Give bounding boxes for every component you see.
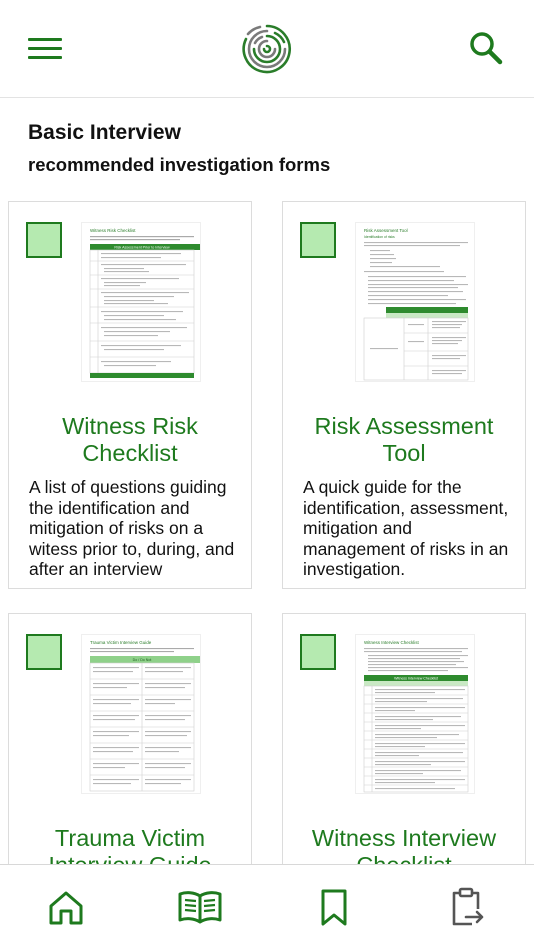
select-checkbox[interactable] bbox=[26, 222, 62, 258]
top-app-bar bbox=[0, 0, 534, 98]
card-description: A quick guide for the identification, as… bbox=[303, 477, 509, 579]
card-title: Witness Risk Checklist bbox=[62, 413, 198, 466]
document-thumbnail: Witness Interview Checklist Witness Inte… bbox=[355, 634, 475, 794]
form-card-risk-assessment-tool[interactable]: Risk Assessment Tool Identification of r… bbox=[282, 201, 526, 589]
open-book-icon[interactable] bbox=[178, 887, 222, 927]
document-thumbnail: Risk Assessment Tool Identification of r… bbox=[355, 222, 475, 382]
form-card-witness-interview-checklist[interactable]: Witness Interview Checklist Witness Inte… bbox=[282, 613, 526, 903]
bookmark-icon[interactable] bbox=[314, 887, 354, 927]
fingerprint-logo-icon bbox=[242, 24, 292, 74]
bottom-navigation-bar bbox=[0, 864, 534, 950]
clipboard-export-icon[interactable] bbox=[446, 887, 486, 927]
thumb-table-header: Witness Interview Checklist bbox=[394, 677, 438, 681]
thumb-heading: Witness Interview Checklist bbox=[364, 640, 420, 645]
select-checkbox[interactable] bbox=[300, 634, 336, 670]
card-title: Risk Assessment Tool bbox=[314, 413, 494, 466]
form-card-trauma-victim-interview-guide[interactable]: Trauma Victim Interview Guide Do / Do No… bbox=[8, 613, 252, 903]
thumb-table-header: Do / Do Not bbox=[133, 658, 152, 662]
page-subtitle: recommended investigation forms bbox=[28, 154, 331, 175]
thumb-heading: Witness Risk Checklist bbox=[90, 228, 136, 233]
select-checkbox[interactable] bbox=[300, 222, 336, 258]
thumb-heading: Risk Assessment Tool bbox=[364, 228, 408, 233]
thumb-subheading: Identification of risks bbox=[364, 235, 395, 239]
thumb-heading: Trauma Victim Interview Guide bbox=[90, 640, 152, 645]
home-icon[interactable] bbox=[46, 887, 86, 927]
page-title: Basic Interview bbox=[28, 121, 181, 144]
document-thumbnail: Witness Risk Checklist Risk Assessment P… bbox=[81, 222, 201, 382]
select-checkbox[interactable] bbox=[26, 634, 62, 670]
thumb-table-header: Risk Assessment Prior to Interview bbox=[114, 246, 170, 250]
card-description: A list of questions guiding the identifi… bbox=[29, 477, 235, 579]
search-icon[interactable] bbox=[468, 30, 504, 66]
document-thumbnail: Trauma Victim Interview Guide Do / Do No… bbox=[81, 634, 201, 794]
form-card-witness-risk-checklist[interactable]: Witness Risk Checklist Risk Assessment P… bbox=[8, 201, 252, 589]
hamburger-menu-icon[interactable] bbox=[28, 34, 64, 62]
